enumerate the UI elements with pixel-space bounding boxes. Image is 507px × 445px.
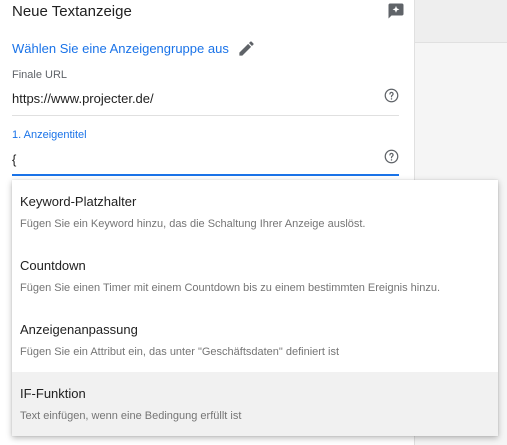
insert-function-dropdown: Keyword-Platzhalter Fügen Sie ein Keywor… bbox=[12, 180, 498, 436]
select-adgroup-label: Wählen Sie eine Anzeigengruppe aus bbox=[12, 41, 229, 56]
page-title: Neue Textanzeige bbox=[12, 3, 132, 20]
help-icon[interactable] bbox=[384, 149, 399, 164]
dropdown-item-countdown[interactable]: Countdown Fügen Sie einen Timer mit eine… bbox=[12, 244, 498, 308]
dropdown-item-description: Fügen Sie ein Attribut ein, das unter "G… bbox=[20, 346, 340, 358]
feedback-icon[interactable] bbox=[387, 2, 405, 20]
dropdown-item-ad-customizer[interactable]: Anzeigenanpassung Fügen Sie ein Attribut… bbox=[12, 308, 498, 372]
dropdown-item-name: Keyword-Platzhalter bbox=[20, 194, 137, 209]
dropdown-item-keyword-placeholder[interactable]: Keyword-Platzhalter Fügen Sie ein Keywor… bbox=[12, 180, 498, 244]
help-icon[interactable] bbox=[384, 88, 399, 103]
pencil-icon[interactable] bbox=[237, 39, 256, 58]
final-url-label: Finale URL bbox=[12, 69, 68, 81]
headline1-input[interactable]: { bbox=[12, 152, 16, 167]
dropdown-item-if-function[interactable]: IF-Funktion Text einfügen, wenn eine Bed… bbox=[12, 372, 498, 436]
select-adgroup-link[interactable]: Wählen Sie eine Anzeigengruppe aus bbox=[12, 39, 256, 58]
final-url-underline bbox=[12, 115, 399, 116]
final-url-input[interactable]: https://www.projecter.de/ bbox=[12, 91, 154, 106]
dropdown-item-name: IF-Funktion bbox=[20, 386, 86, 401]
dropdown-item-description: Text einfügen, wenn eine Bedingung erfül… bbox=[20, 410, 242, 422]
dropdown-item-description: Fügen Sie einen Timer mit einem Countdow… bbox=[20, 282, 441, 294]
dropdown-item-name: Countdown bbox=[20, 258, 86, 273]
dropdown-item-description: Fügen Sie ein Keyword hinzu, das die Sch… bbox=[20, 218, 366, 230]
headline1-underline bbox=[12, 174, 399, 176]
background-panel-header bbox=[414, 0, 507, 43]
headline1-label: 1. Anzeigentitel bbox=[12, 129, 87, 141]
dropdown-item-name: Anzeigenanpassung bbox=[20, 322, 138, 337]
